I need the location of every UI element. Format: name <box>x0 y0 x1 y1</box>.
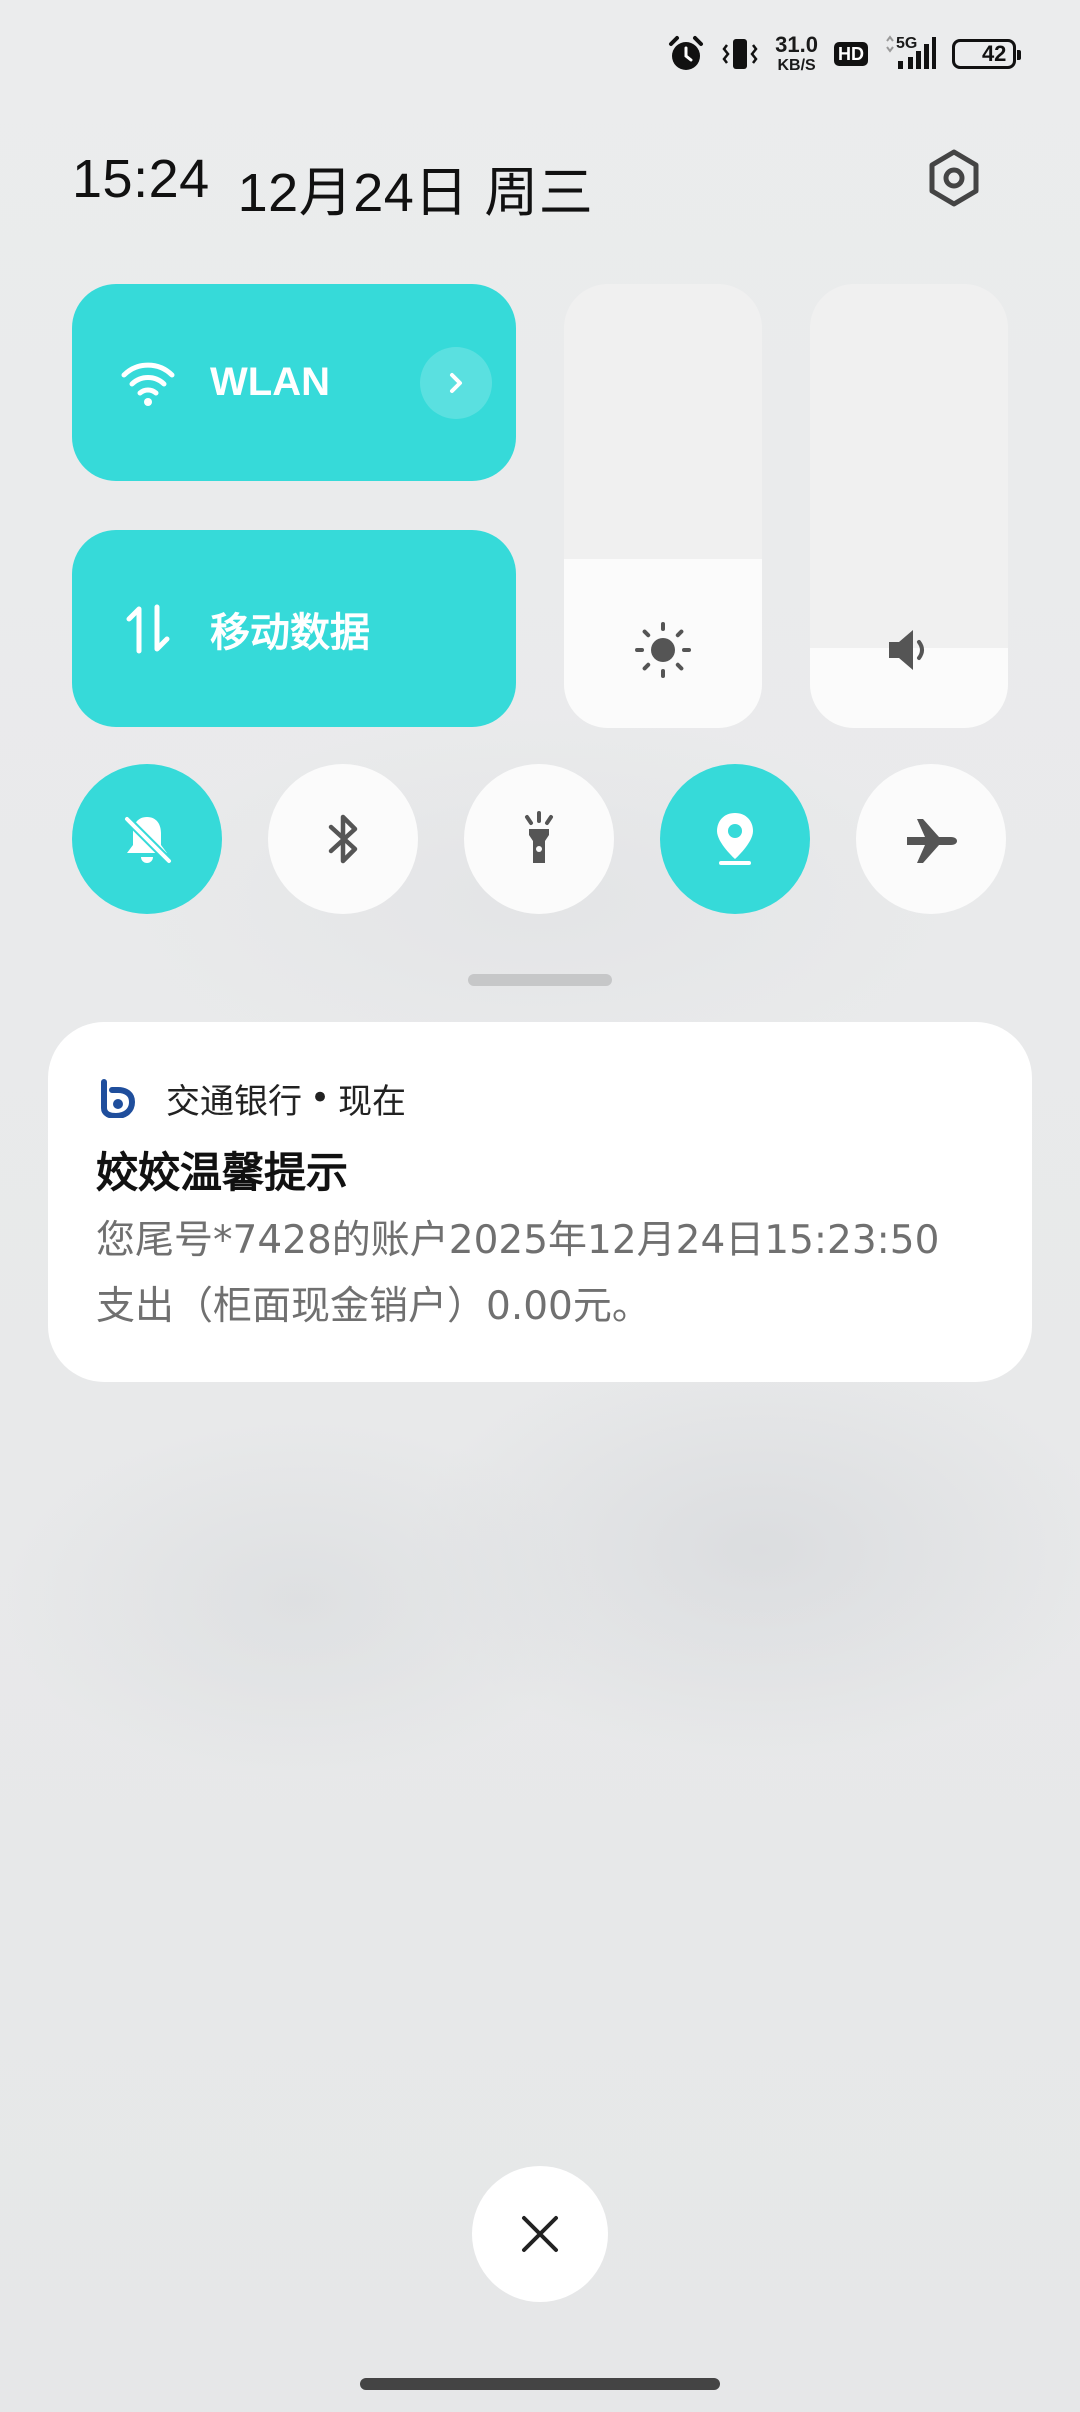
speaker-icon <box>877 618 941 682</box>
clock-time: 15:24 <box>72 149 210 209</box>
airplane-mode-toggle[interactable] <box>856 764 1006 914</box>
mute-toggle[interactable] <box>72 764 222 914</box>
alarm-icon <box>667 35 705 73</box>
hd-badge: HD <box>834 42 868 66</box>
clock-date-header[interactable]: 15:24 12月24日 周三 <box>72 148 593 227</box>
volume-slider[interactable] <box>810 284 1008 728</box>
notification-title: 姣姣温馨提示 <box>96 1148 349 1197</box>
bank-app-icon <box>96 1078 136 1118</box>
flashlight-toggle[interactable] <box>464 764 614 914</box>
notification-card[interactable]: 交通银行 • 现在 姣姣温馨提示 您尾号*7428的账户2025年12月24日1… <box>48 1022 1032 1382</box>
notification-body: 您尾号*7428的账户2025年12月24日15:23:50 支出（柜面现金销户… <box>96 1218 940 1330</box>
network-speed-unit: KB/S <box>777 57 816 74</box>
wlan-details-button[interactable] <box>420 346 492 419</box>
notification-header: 交通银行 • 现在 <box>96 1076 984 1122</box>
status-bar: 31.0 KB/S HD 5G 42 <box>667 28 1021 80</box>
clear-notifications-button[interactable] <box>472 2166 608 2302</box>
wlan-tile[interactable]: WLAN <box>72 284 516 481</box>
panel-drag-handle[interactable] <box>468 974 612 986</box>
network-speed: 31.0 KB/S <box>775 34 818 74</box>
battery-level: 42 <box>981 41 1007 66</box>
bell-off-icon <box>123 815 173 865</box>
mobile-data-label: 移动数据 <box>210 610 370 655</box>
notification-app-name: 交通银行 <box>166 1081 302 1122</box>
mobile-data-icon <box>116 597 180 661</box>
vibrate-icon <box>721 35 759 73</box>
airplane-icon <box>907 819 957 863</box>
network-speed-value: 31.0 <box>775 32 818 57</box>
signal-icon: 5G <box>884 35 936 73</box>
network-type: 5G <box>896 35 918 52</box>
mobile-data-tile[interactable]: 移动数据 <box>72 530 516 727</box>
wifi-icon <box>116 351 180 415</box>
notification-separator: • <box>310 1078 331 1118</box>
notification-time: 现在 <box>338 1081 407 1122</box>
location-toggle[interactable] <box>660 764 810 914</box>
location-icon <box>717 813 753 865</box>
bluetooth-toggle[interactable] <box>268 764 418 914</box>
gear-icon <box>924 148 984 212</box>
close-icon <box>522 2216 558 2252</box>
flashlight-icon <box>525 811 553 863</box>
settings-button[interactable] <box>918 144 990 216</box>
brightness-slider[interactable] <box>564 284 762 728</box>
clock-date: 12月24日 周三 <box>237 163 594 223</box>
brightness-icon <box>631 618 695 682</box>
bluetooth-icon <box>328 814 358 864</box>
battery-indicator: 42 <box>952 39 1021 69</box>
chevron-right-icon <box>450 372 462 393</box>
home-indicator[interactable] <box>360 2378 720 2390</box>
wlan-label: WLAN <box>210 360 330 404</box>
